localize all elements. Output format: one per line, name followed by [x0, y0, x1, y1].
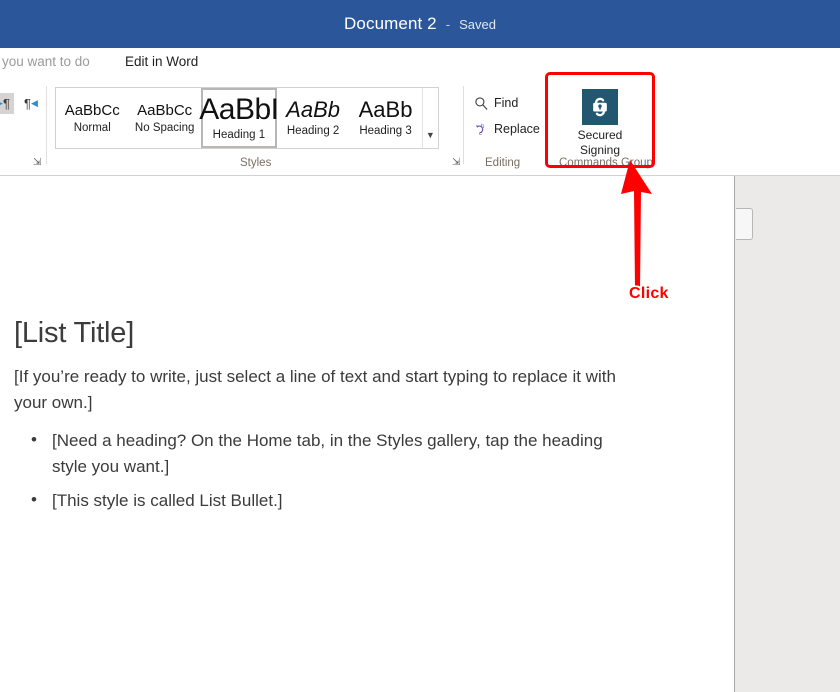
- pilcrow-glyph-rtl: ¶: [24, 96, 32, 111]
- document-heading[interactable]: [List Title]: [14, 316, 624, 350]
- style-preview-heading-3: AaBb: [358, 97, 413, 122]
- document-title[interactable]: Document 2: [344, 14, 437, 34]
- tell-me-strip: you want to do Edit in Word: [0, 48, 840, 81]
- style-preview-normal: AaBbCc: [64, 101, 120, 119]
- dialog-launcher-icon-styles[interactable]: ⇲: [452, 157, 460, 168]
- style-preview-heading-1: AaBbI: [199, 93, 279, 126]
- document-page[interactable]: [List Title] [If you’re ready to write, …: [0, 176, 735, 692]
- word-online-window: Document 2 - Saved you want to do Edit i…: [0, 0, 840, 692]
- secured-signing-label: Secured Signing: [578, 128, 623, 158]
- style-preview-no-spacing: AaBbCc: [137, 101, 193, 119]
- document-body[interactable]: [List Title] [If you’re ready to write, …: [14, 316, 624, 522]
- group-separator-styles: [463, 86, 464, 164]
- style-label-heading-1: Heading 1: [212, 129, 266, 141]
- styles-group-caption: Styles: [240, 157, 272, 169]
- document-bullet-list: [Need a heading? On the Home tab, in the…: [14, 427, 624, 514]
- click-annotation-label: Click: [629, 285, 669, 302]
- style-label-heading-3: Heading 3: [359, 125, 412, 137]
- svg-text:b: b: [481, 122, 485, 129]
- editing-group: Find b c Replace: [474, 90, 542, 142]
- editing-group-caption: Editing: [485, 157, 521, 169]
- tell-me-search-text[interactable]: you want to do: [2, 54, 90, 69]
- style-item-normal[interactable]: AaBbCc Normal: [56, 88, 128, 148]
- group-separator-left: [46, 86, 47, 164]
- chevron-down-icon[interactable]: ▼: [421, 88, 438, 148]
- commands-group-caption: Commands Group: [559, 157, 653, 169]
- style-item-heading-2[interactable]: AaBb Heading 2: [277, 88, 349, 148]
- secured-signing-label-line2: Signing: [579, 143, 620, 157]
- title-group: Document 2 - Saved: [344, 14, 496, 34]
- document-paragraph[interactable]: [If you’re ready to write, just select a…: [14, 364, 624, 416]
- paragraph-direction-buttons: ▶¶ ¶◀: [0, 93, 42, 114]
- style-label-heading-2: Heading 2: [286, 125, 340, 137]
- replace-button[interactable]: b c Replace: [474, 116, 542, 142]
- secured-signing-label-line1: Secured: [577, 128, 623, 142]
- dialog-launcher-icon-paragraph[interactable]: ⇲: [33, 157, 41, 168]
- paragraph-rtl-icon[interactable]: ¶ ◀: [20, 93, 42, 114]
- save-status[interactable]: Saved: [459, 17, 496, 32]
- style-label-normal: Normal: [73, 121, 111, 134]
- secured-signing-padlock-icon: [582, 89, 618, 125]
- style-item-heading-1[interactable]: AaBbI Heading 1: [199, 88, 279, 148]
- svg-text:c: c: [479, 130, 482, 136]
- list-item[interactable]: [Need a heading? On the Home tab, in the…: [14, 427, 624, 480]
- group-separator-editing: [545, 86, 546, 164]
- replace-label: Replace: [494, 122, 540, 136]
- ribbon: ▶¶ ¶◀ AaBbCc Normal AaBbCc No Spacing Aa…: [0, 80, 840, 176]
- search-icon: [474, 96, 489, 111]
- rtl-caret-icon: ◀: [31, 98, 38, 108]
- style-item-no-spacing[interactable]: AaBbCc No Spacing: [128, 88, 200, 148]
- title-bar: Document 2 - Saved: [0, 0, 840, 48]
- find-button[interactable]: Find: [474, 90, 542, 116]
- page-side-tab[interactable]: [736, 208, 753, 240]
- pilcrow-glyph-ltr: ¶: [2, 96, 10, 111]
- styles-gallery[interactable]: AaBbCc Normal AaBbCc No Spacing AaBbI He…: [55, 87, 439, 149]
- secured-signing-button[interactable]: Secured Signing: [551, 83, 649, 161]
- find-label: Find: [494, 96, 519, 110]
- style-preview-heading-2: AaBb: [286, 97, 340, 122]
- replace-icon: b c: [474, 122, 489, 137]
- title-separator: -: [445, 17, 451, 32]
- edit-in-word-button[interactable]: Edit in Word: [125, 54, 198, 69]
- style-label-no-spacing: No Spacing: [134, 121, 195, 134]
- style-item-heading-3[interactable]: AaBb Heading 3: [349, 88, 421, 148]
- paragraph-ltr-icon[interactable]: ▶¶: [0, 93, 14, 114]
- list-item[interactable]: [This style is called List Bullet.]: [14, 487, 624, 514]
- document-canvas: [List Title] [If you’re ready to write, …: [0, 176, 840, 692]
